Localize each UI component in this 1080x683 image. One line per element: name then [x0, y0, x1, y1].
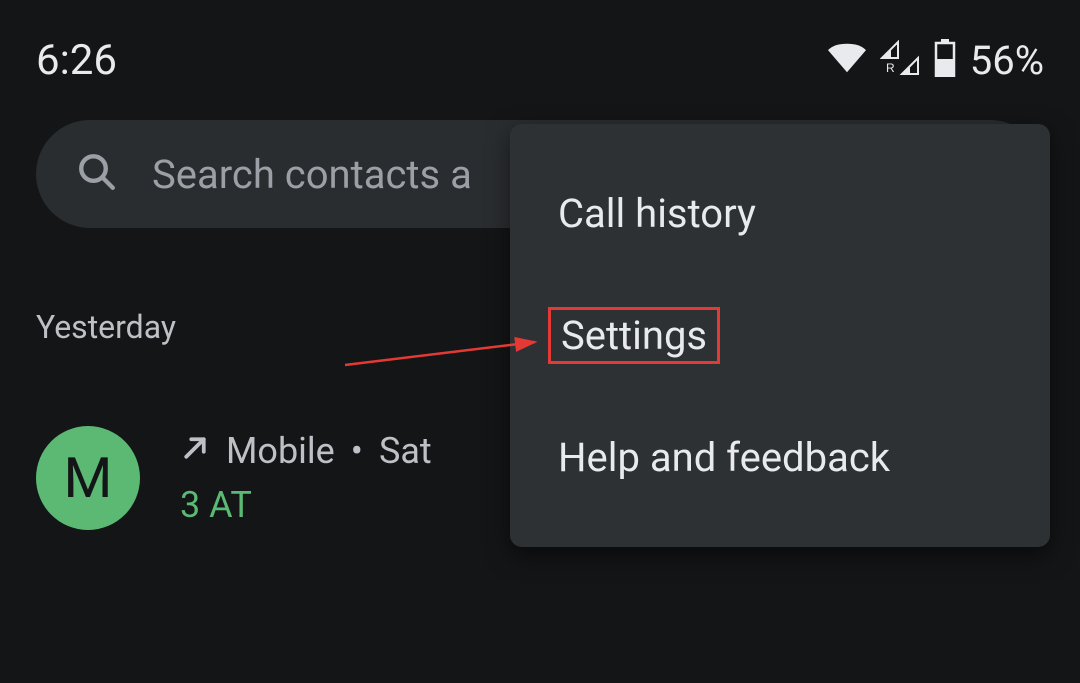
signal-icon: R	[880, 40, 920, 80]
status-time: 6:26	[36, 36, 117, 85]
wifi-icon	[828, 43, 866, 77]
search-icon	[76, 151, 118, 197]
call-day: Sat	[379, 430, 432, 472]
menu-item-call-history[interactable]: Call history	[510, 154, 1050, 273]
avatar: M	[36, 426, 140, 530]
call-separator: •	[351, 430, 363, 472]
menu-item-help-feedback[interactable]: Help and feedback	[510, 398, 1050, 517]
status-bar: 6:26 R 56%	[0, 0, 1080, 100]
search-placeholder: Search contacts a	[152, 151, 472, 198]
battery-percentage: 56%	[970, 37, 1044, 84]
battery-icon	[934, 39, 956, 81]
status-icons: R 56%	[828, 37, 1044, 84]
svg-text:R: R	[886, 61, 895, 75]
overflow-menu: Call history Settings Help and feedback	[510, 124, 1050, 547]
call-details: Mobile • Sat 3 AT	[180, 430, 432, 526]
outgoing-call-icon	[180, 430, 210, 472]
settings-highlight-box: Settings	[548, 307, 720, 364]
call-type: Mobile	[226, 430, 335, 472]
call-meta: Mobile • Sat	[180, 430, 432, 472]
menu-item-settings[interactable]: Settings	[510, 273, 1050, 398]
call-carrier: 3 AT	[180, 484, 432, 526]
